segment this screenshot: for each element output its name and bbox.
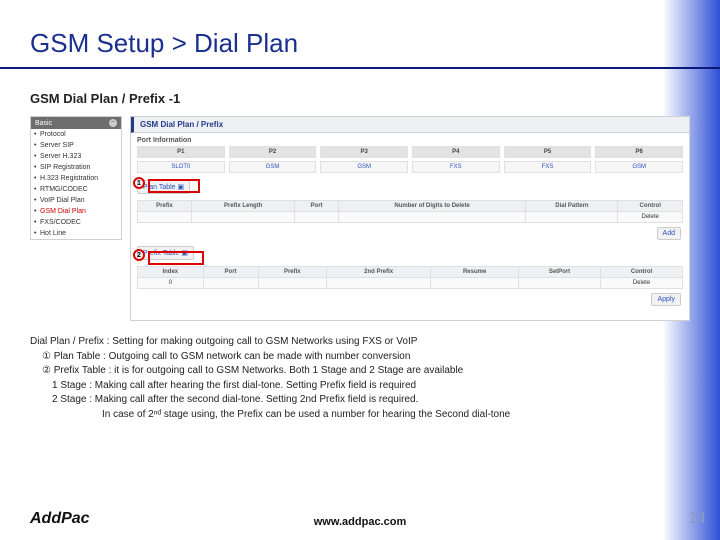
title-underline [0,67,720,69]
plan-th: Port [295,201,338,212]
port-value-cell: SLOT0 [137,161,225,173]
prefix-table-toggle-row: Prefix Table ▣ [131,242,689,264]
port-head-cell: P4 [412,146,500,158]
plan-cell[interactable] [338,212,526,223]
prefix-delete-cell[interactable]: Delete [601,278,683,289]
explain-line: 2 Stage : Making call after the second d… [30,393,690,407]
port-value-cell: GSM [595,161,683,173]
prefix-cell[interactable] [519,278,601,289]
sidebar-title: Basic [35,120,52,127]
port-value-cell: GSM [320,161,408,173]
brand-logo: AddPac [30,510,90,528]
panel-title: GSM Dial Plan / Prefix [131,117,689,133]
plan-th: Dial Pattern [526,201,618,212]
plan-add-row: Add [131,225,689,242]
port-head-cell: P3 [320,146,408,158]
prefix-th: Prefix [258,267,327,278]
prefix-th: 2nd Prefix [327,267,431,278]
port-value-cell: GSM [229,161,317,173]
plan-cell[interactable] [526,212,618,223]
main-panel: GSM Dial Plan / Prefix Port Information … [130,116,690,321]
table-head-row: Index Port Prefix 2nd Prefix Resume SetP… [138,267,683,278]
explanation-block: Dial Plan / Prefix : Setting for making … [0,335,720,421]
sidebar-item[interactable]: Server SIP [31,140,121,151]
page-number: 14 [688,510,706,528]
port-value-cell: FXS [412,161,500,173]
screenshot-area: Basic − Protocol Server SIP Server H.323… [30,116,690,321]
prefix-th: Resume [431,267,519,278]
sidebar-item[interactable]: RTMG/CODEC [31,184,121,195]
prefix-th: SetPort [519,267,601,278]
plan-th: Number of Digits to Delete [338,201,526,212]
table-head-row: Prefix Prefix Length Port Number of Digi… [138,201,683,212]
prefix-th: Control [601,267,683,278]
prefix-table-label: Prefix Table [143,250,179,257]
explain-line: Dial Plan / Prefix : Setting for making … [30,335,690,349]
marker-one-icon: 1 [133,177,145,189]
marker-two-icon: 2 [133,249,145,261]
collapse-icon[interactable]: − [109,119,117,127]
sidebar-item[interactable]: H.323 Registration [31,173,121,184]
sidebar-item[interactable]: Server H.323 [31,151,121,162]
footer: AddPac www.addpac.com 14 [0,516,720,528]
table-row: Delete [138,212,683,223]
page-title: GSM Setup > Dial Plan [0,0,720,65]
plan-cell[interactable] [138,212,192,223]
sidebar-list: Protocol Server SIP Server H.323 SIP Reg… [31,129,121,239]
sidebar-item-selected[interactable]: GSM Dial Plan [31,206,121,217]
sidebar-item[interactable]: Hot Line [31,228,121,239]
plan-th: Prefix [138,201,192,212]
plan-table-toggle-row: Plan Table ▣ [131,176,689,198]
port-head-cell: P6 [595,146,683,158]
port-head-cell: P2 [229,146,317,158]
apply-button[interactable]: Apply [651,293,681,306]
port-value-cell: FXS [504,161,592,173]
explain-line: 1 Stage : Making call after hearing the … [30,379,690,393]
port-head-cell: P1 [137,146,225,158]
port-header-row: P1 P2 P3 P4 P5 P6 [131,146,689,161]
prefix-cell[interactable] [258,278,327,289]
explain-line: In case of 2ⁿᵈ stage using, the Prefix c… [30,408,690,422]
prefix-table-button[interactable]: Prefix Table ▣ [137,246,194,260]
prefix-cell[interactable] [203,278,258,289]
prefix-table: Index Port Prefix 2nd Prefix Resume SetP… [137,266,683,289]
plan-cell[interactable] [295,212,338,223]
section-label: Port Information [131,133,689,146]
port-value-row: SLOT0 GSM GSM FXS FXS GSM [131,161,689,176]
sidebar-item[interactable]: Protocol [31,129,121,140]
explain-line: ① Plan Table : Outgoing call to GSM netw… [30,350,690,364]
sidebar-item[interactable]: VoIP Dial Plan [31,195,121,206]
plan-table-label: Plan Table [143,184,176,191]
sidebar: Basic − Protocol Server SIP Server H.323… [30,116,122,240]
sidebar-item[interactable]: FXS/CODEC [31,217,121,228]
port-head-cell: P5 [504,146,592,158]
prefix-cell[interactable] [327,278,431,289]
plan-th: Prefix Length [192,201,295,212]
minus-icon: ▣ [181,250,188,257]
plan-delete-cell[interactable]: Delete [618,212,683,223]
prefix-th: Port [203,267,258,278]
prefix-cell[interactable] [431,278,519,289]
apply-row: Apply [131,291,689,308]
plan-th: Control [618,201,683,212]
site-url: www.addpac.com [0,516,720,528]
explain-line: ② Prefix Table : it is for outgoing call… [30,364,690,378]
plan-table: Prefix Prefix Length Port Number of Digi… [137,200,683,223]
sidebar-item[interactable]: SIP Registration [31,162,121,173]
plan-cell[interactable] [192,212,295,223]
sidebar-header: Basic − [31,117,121,129]
minus-icon: ▣ [178,184,185,191]
page-subtitle: GSM Dial Plan / Prefix -1 [0,91,720,106]
table-row: 0 Delete [138,278,683,289]
prefix-cell: 0 [138,278,204,289]
add-button[interactable]: Add [657,227,681,240]
prefix-th: Index [138,267,204,278]
